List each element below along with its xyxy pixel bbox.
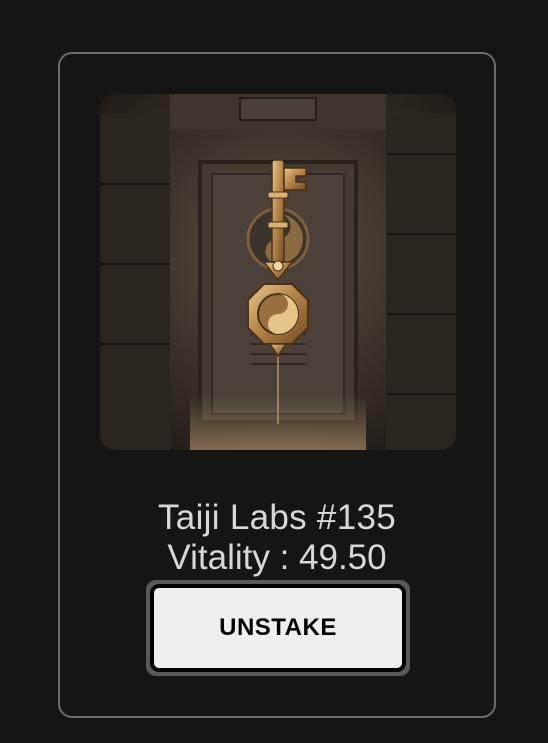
nft-card: Taiji Labs #135 Vitality : 49.50 UNSTAKE bbox=[58, 52, 496, 718]
vitality-value: Vitality : 49.50 bbox=[167, 538, 387, 577]
nft-title: Taiji Labs #135 bbox=[158, 498, 396, 537]
nft-image bbox=[100, 94, 456, 450]
key-artwork-icon bbox=[100, 94, 456, 450]
unstake-button-frame: UNSTAKE bbox=[146, 580, 410, 676]
unstake-button[interactable]: UNSTAKE bbox=[150, 584, 406, 672]
page: Taiji Labs #135 Vitality : 49.50 UNSTAKE bbox=[0, 0, 548, 743]
